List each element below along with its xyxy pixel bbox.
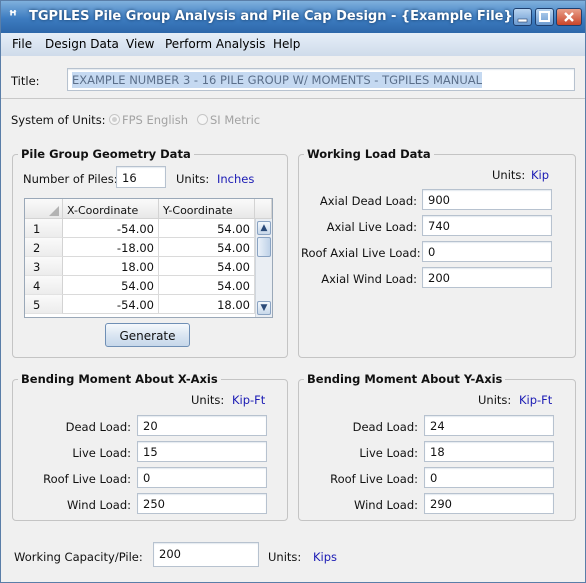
capacity-units-label: Units:	[268, 550, 302, 564]
scroll-thumb[interactable]	[257, 237, 271, 257]
mx-roof-live-load-label: Roof Live Load:	[43, 472, 131, 486]
x-coordinate-cell[interactable]: 54.00	[63, 276, 159, 295]
my-roof-live-load-label: Roof Live Load:	[330, 472, 418, 486]
mx-roof-live-load-input[interactable]: 0	[137, 467, 267, 488]
working-capacity-label: Working Capacity/Pile:	[14, 550, 143, 564]
row-header[interactable]: 5	[25, 295, 63, 314]
axial-live-load-input[interactable]: 740	[422, 215, 552, 236]
moment-y-title: Bending Moment About Y-Axis	[304, 372, 506, 386]
y-coordinate-cell[interactable]: 54.00	[159, 276, 255, 295]
pile-geometry-title: Pile Group Geometry Data	[18, 147, 194, 161]
y-coordinate-cell[interactable]: 54.00	[159, 238, 255, 257]
scroll-down-icon[interactable]: ▼	[257, 301, 271, 315]
table-vertical-scrollbar[interactable]: ▲ ▼	[255, 219, 272, 317]
mx-wind-load-input[interactable]: 250	[137, 493, 267, 514]
menu-view[interactable]: View	[126, 37, 154, 51]
mx-live-load-input[interactable]: 15	[137, 441, 267, 462]
working-load-title: Working Load Data	[304, 147, 434, 161]
window-title: TGPILES Pile Group Analysis and Pile Cap…	[29, 9, 513, 24]
axial-wind-load-input[interactable]: 200	[422, 267, 552, 288]
title-bar[interactable]: ꟸ TGPILES Pile Group Analysis and Pile C…	[1, 1, 585, 33]
axial-dead-load-label: Axial Dead Load:	[319, 194, 417, 208]
column-header-x[interactable]: X-Coordinate	[63, 199, 159, 219]
fps-english-label: FPS English	[122, 113, 189, 127]
menu-perform-analysis[interactable]: Perform Analysis	[165, 37, 265, 51]
si-metric-label: SI Metric	[210, 113, 261, 127]
num-piles-label: Number of Piles:	[23, 172, 118, 186]
moment-y-units-value: Kip-Ft	[519, 393, 553, 407]
si-metric-radio[interactable]	[197, 114, 208, 125]
pile-coordinates-table: X-Coordinate Y-Coordinate 1 -54.00 54.00…	[24, 198, 273, 318]
geometry-units-value: Inches	[217, 172, 255, 186]
divider	[1, 98, 585, 99]
menu-file[interactable]: File	[12, 37, 32, 51]
menu-design-data[interactable]: Design Data	[45, 37, 119, 51]
scroll-up-icon[interactable]: ▲	[257, 221, 271, 235]
my-wind-load-input[interactable]: 290	[424, 493, 554, 514]
my-roof-live-load-input[interactable]: 0	[424, 467, 554, 488]
title-label: Title:	[11, 74, 40, 88]
fps-english-radio[interactable]	[109, 114, 120, 125]
my-live-load-input[interactable]: 18	[424, 441, 554, 462]
mx-dead-load-input[interactable]: 20	[137, 415, 267, 436]
y-coordinate-cell[interactable]: 54.00	[159, 257, 255, 276]
row-header[interactable]: 2	[25, 238, 63, 257]
table-corner	[25, 199, 63, 219]
geometry-units-label: Units:	[176, 172, 210, 186]
app-window: ꟸ TGPILES Pile Group Analysis and Pile C…	[0, 0, 586, 583]
units-system-label: System of Units:	[11, 113, 106, 127]
my-live-load-label: Live Load:	[359, 446, 418, 460]
close-button[interactable]	[556, 8, 582, 26]
moment-x-units-label: Units:	[191, 393, 225, 407]
moment-x-title: Bending Moment About X-Axis	[18, 372, 221, 386]
row-header[interactable]: 1	[25, 219, 63, 238]
my-wind-load-label: Wind Load:	[353, 498, 418, 512]
moment-x-units-value: Kip-Ft	[232, 393, 266, 407]
axial-live-load-label: Axial Live Load:	[326, 220, 417, 234]
menu-bar: File Design Data View Perform Analysis H…	[1, 33, 585, 56]
close-icon	[564, 12, 574, 22]
app-icon: ꟸ	[9, 9, 17, 24]
roof-axial-live-load-label: Roof Axial Live Load:	[301, 246, 421, 260]
maximize-icon	[539, 11, 550, 22]
x-coordinate-cell[interactable]: -54.00	[63, 219, 159, 238]
y-coordinate-cell[interactable]: 18.00	[159, 295, 255, 314]
row-header[interactable]: 3	[25, 257, 63, 276]
title-input-value: EXAMPLE NUMBER 3 - 16 PILE GROUP W/ MOME…	[72, 72, 483, 88]
column-header-y[interactable]: Y-Coordinate	[159, 199, 255, 219]
mx-dead-load-label: Dead Load:	[65, 420, 131, 434]
mx-wind-load-label: Wind Load:	[66, 498, 131, 512]
maximize-button[interactable]	[535, 8, 554, 26]
minimize-button[interactable]	[513, 8, 532, 26]
title-input[interactable]: EXAMPLE NUMBER 3 - 16 PILE GROUP W/ MOME…	[67, 68, 575, 91]
y-coordinate-cell[interactable]: 54.00	[159, 219, 255, 238]
x-coordinate-cell[interactable]: -54.00	[63, 295, 159, 314]
working-load-units-label: Units:	[492, 168, 526, 182]
minimize-icon	[517, 18, 528, 23]
select-all-icon	[49, 206, 59, 216]
roof-axial-live-load-input[interactable]: 0	[422, 241, 552, 262]
working-load-units-value: Kip	[531, 168, 550, 182]
menu-help[interactable]: Help	[273, 37, 300, 51]
row-header[interactable]: 4	[25, 276, 63, 295]
generate-button[interactable]: Generate	[105, 323, 190, 347]
x-coordinate-cell[interactable]: 18.00	[63, 257, 159, 276]
header-filler	[255, 199, 272, 219]
mx-live-load-label: Live Load:	[72, 446, 131, 460]
axial-wind-load-label: Axial Wind Load:	[321, 272, 417, 286]
x-coordinate-cell[interactable]: -18.00	[63, 238, 159, 257]
axial-dead-load-input[interactable]: 900	[422, 189, 552, 210]
my-dead-load-label: Dead Load:	[352, 420, 418, 434]
capacity-units-value: Kips	[313, 550, 338, 564]
my-dead-load-input[interactable]: 24	[424, 415, 554, 436]
num-piles-input[interactable]: 16	[116, 166, 166, 188]
moment-y-units-label: Units:	[478, 393, 512, 407]
working-capacity-input[interactable]: 200	[153, 542, 259, 567]
